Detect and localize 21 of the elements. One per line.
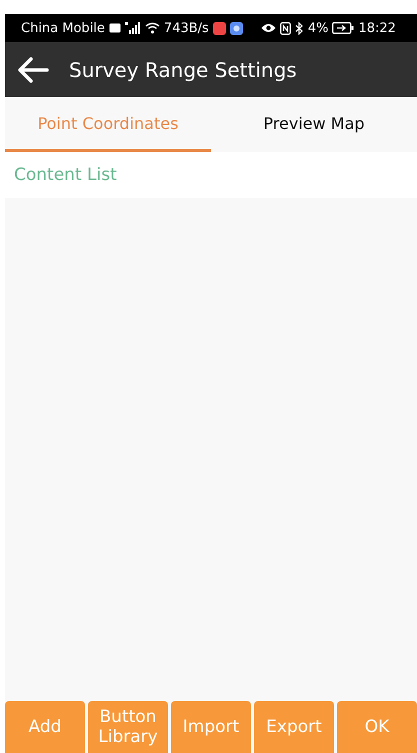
- action-button[interactable]: Export: [254, 701, 334, 753]
- eye-icon: [260, 23, 276, 33]
- bluetooth-icon: [294, 22, 304, 34]
- battery-percent: 4%: [308, 20, 328, 36]
- clock: 18:22: [358, 20, 396, 36]
- action-button[interactable]: Add: [5, 701, 85, 753]
- tab[interactable]: Preview Map: [211, 97, 417, 152]
- app-icon: [230, 22, 243, 34]
- signal-icon: [124, 22, 141, 34]
- app-icon: [212, 22, 226, 34]
- wifi-icon: [144, 22, 160, 34]
- action-button[interactable]: OK: [337, 701, 417, 753]
- section-title: Content List: [14, 165, 117, 185]
- back-arrow-icon[interactable]: [17, 56, 49, 82]
- battery-icon: [332, 22, 354, 34]
- action-button[interactable]: Button Library: [88, 701, 168, 753]
- network-speed: 743B/s: [164, 20, 209, 36]
- nfc-icon: [280, 22, 291, 34]
- action-button[interactable]: Import: [171, 701, 251, 753]
- carrier-name: China Mobile: [21, 20, 105, 36]
- screen-title: Survey Range Settings: [69, 58, 297, 82]
